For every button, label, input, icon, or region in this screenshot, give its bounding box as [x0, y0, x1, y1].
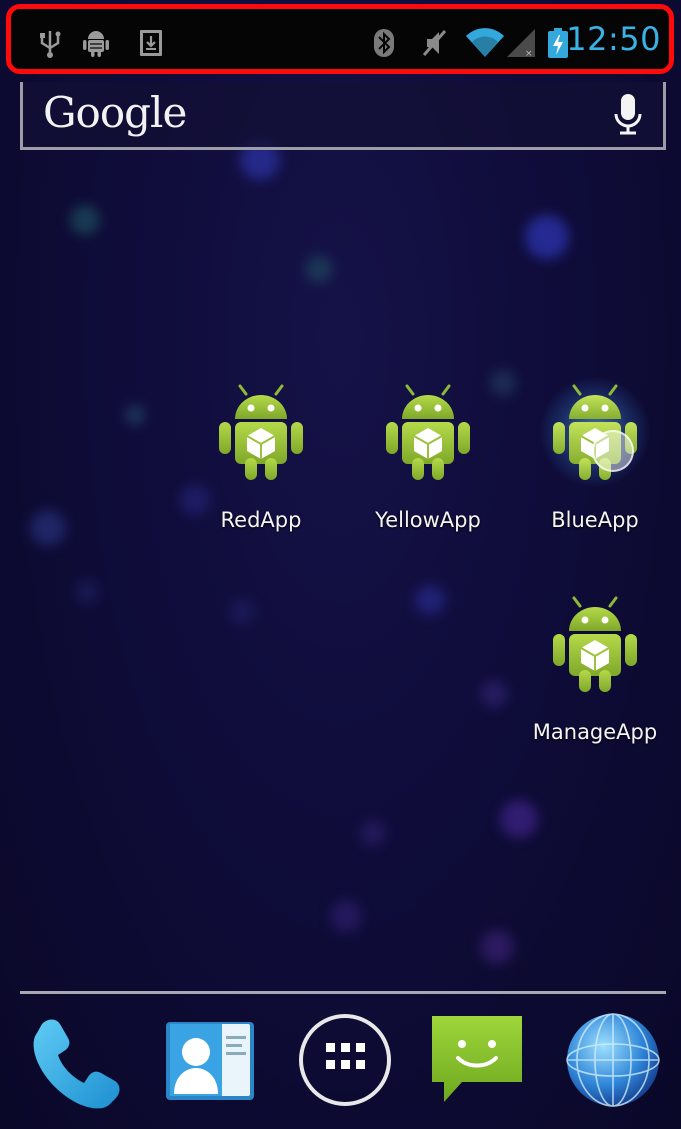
signal-icon: ×: [505, 27, 537, 59]
muted-icon: [419, 27, 449, 59]
wallpaper-dot: [480, 930, 514, 964]
wallpaper-dot: [70, 205, 100, 235]
bluetooth-icon: [369, 27, 399, 59]
wallpaper-dot: [30, 510, 66, 546]
phone-icon[interactable]: [24, 1010, 124, 1110]
wifi-icon: [463, 27, 507, 59]
status-clock: 12:50: [566, 20, 661, 58]
wallpaper-dot: [500, 800, 538, 838]
google-search-bar[interactable]: Google: [20, 82, 666, 150]
android-debug-icon: [81, 27, 111, 59]
app-label: BlueApp: [551, 508, 639, 532]
app-label: RedApp: [220, 508, 302, 532]
wallpaper-dot: [480, 680, 508, 708]
app-blueapp[interactable]: BlueApp: [510, 377, 680, 554]
home-screen: × 12:50 Google RedApp YellowApp BlueApp …: [0, 0, 681, 1129]
app-label: YellowApp: [375, 508, 481, 532]
status-bar: × 12:50: [6, 4, 674, 74]
app-drawer-icon[interactable]: [295, 1010, 395, 1110]
wallpaper-dot: [125, 405, 145, 425]
android-app-icon: [386, 384, 470, 480]
mic-icon[interactable]: [613, 92, 643, 138]
android-app-icon: [553, 596, 637, 692]
wallpaper-dot: [330, 900, 362, 932]
wallpaper-dot: [75, 580, 99, 604]
usb-icon: [35, 27, 65, 59]
wallpaper-dot: [360, 820, 386, 846]
messaging-icon[interactable]: [428, 1010, 528, 1110]
app-label: ManageApp: [532, 720, 658, 744]
download-icon: [136, 27, 166, 59]
android-app-icon: [219, 384, 303, 480]
browser-icon[interactable]: [563, 1010, 663, 1110]
wallpaper-dot: [525, 215, 569, 259]
google-logo[interactable]: Google: [43, 88, 187, 137]
wallpaper-dot: [415, 585, 445, 615]
app-redapp[interactable]: RedApp: [176, 384, 346, 554]
contacts-icon[interactable]: [160, 1010, 260, 1110]
dock-divider: [20, 991, 666, 994]
app-yellowapp[interactable]: YellowApp: [343, 384, 513, 554]
app-manageapp[interactable]: ManageApp: [510, 596, 680, 766]
touch-indicator: [592, 430, 634, 472]
wallpaper-dot: [230, 600, 254, 624]
svg-text:×: ×: [525, 49, 533, 59]
wallpaper-dot: [305, 255, 333, 283]
